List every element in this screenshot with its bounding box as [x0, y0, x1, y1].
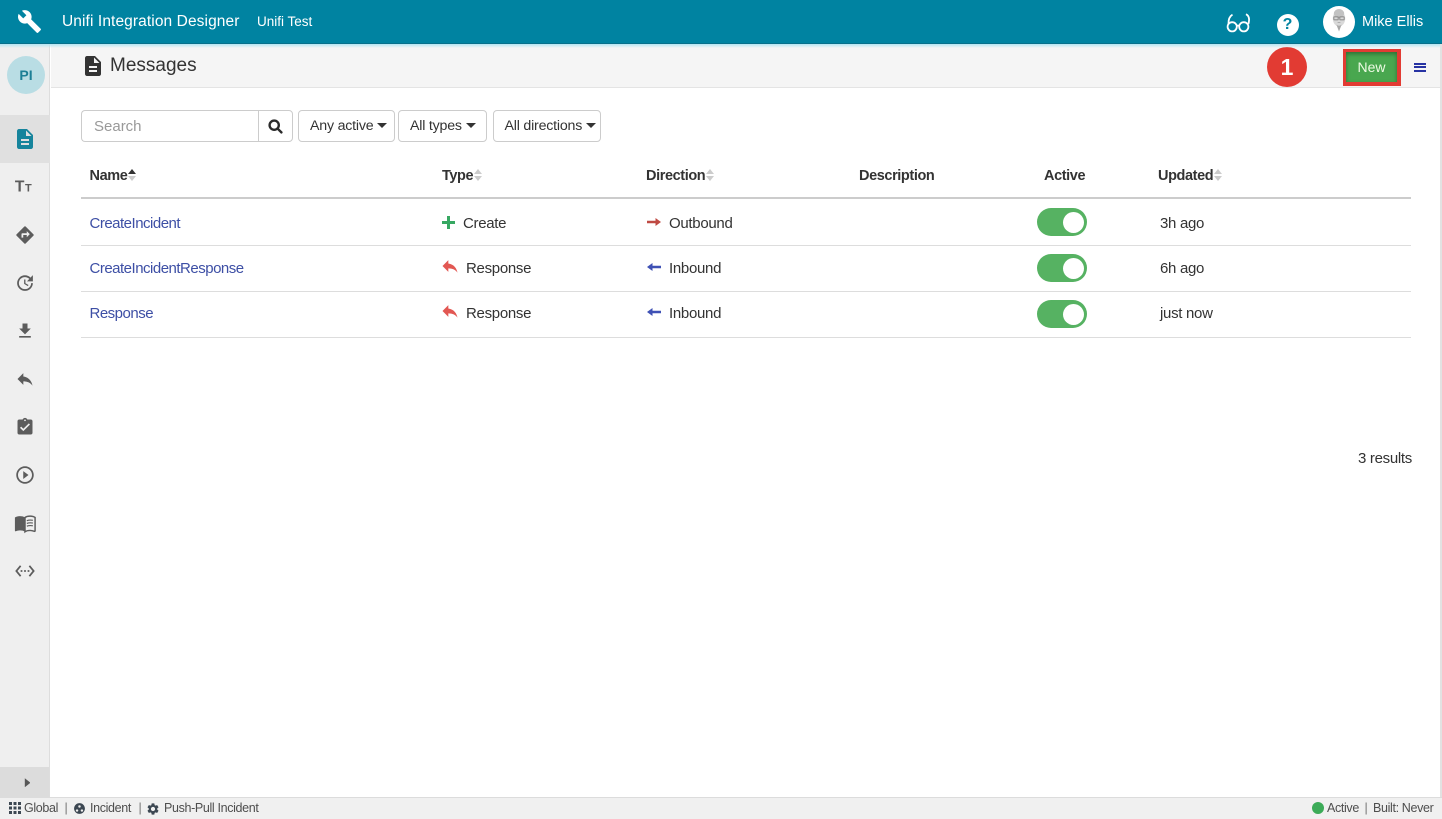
svg-text:T: T [15, 179, 25, 196]
svg-text:T: T [25, 183, 32, 195]
